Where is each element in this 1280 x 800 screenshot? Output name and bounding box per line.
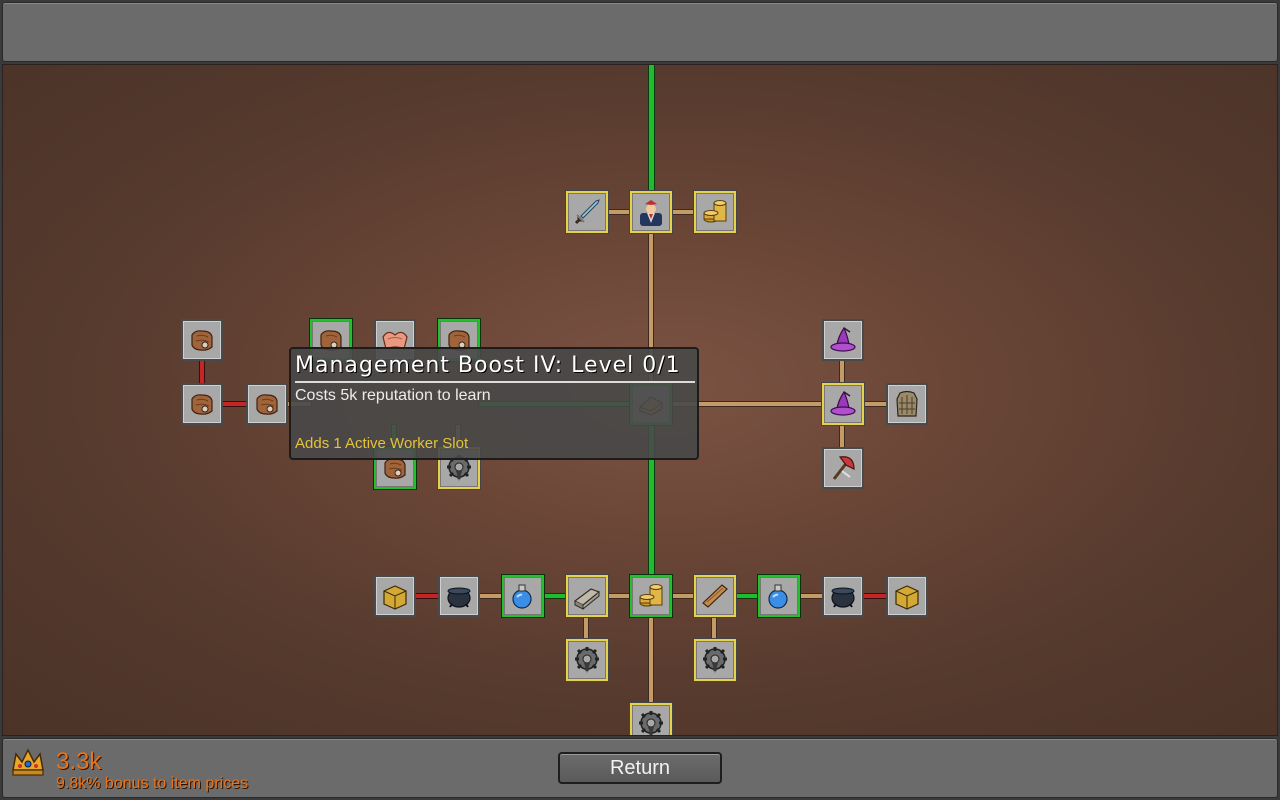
metal-bar-node[interactable] — [566, 575, 608, 617]
gear-icon — [575, 647, 599, 673]
reputation-crown-icon — [12, 748, 44, 776]
path-line — [649, 65, 654, 191]
path-line — [840, 361, 844, 383]
axe-node[interactable] — [822, 447, 864, 489]
tooltip-effect: Adds 1 Active Worker Slot — [295, 435, 469, 452]
path-line — [712, 617, 716, 639]
path-line — [671, 210, 695, 214]
chest-icon — [895, 585, 919, 610]
leather-icon — [256, 394, 278, 415]
potion-icon — [512, 584, 532, 609]
leather-node-2[interactable] — [181, 383, 223, 425]
path-line — [584, 617, 588, 639]
hero-icon — [640, 200, 662, 226]
potion-node-left[interactable] — [502, 575, 544, 617]
coins-icon — [639, 584, 663, 607]
hero-node[interactable] — [630, 191, 672, 233]
gold-coins-node-top[interactable] — [694, 191, 736, 233]
gear-node-lower-left[interactable] — [566, 639, 608, 681]
path-line — [799, 594, 823, 598]
wizard-hat-icon — [830, 390, 856, 416]
armor-icon — [896, 390, 918, 417]
path-line — [863, 594, 887, 598]
gear-icon — [703, 647, 727, 673]
leather-icon — [191, 330, 213, 351]
cauldron-icon — [447, 587, 471, 608]
leather-icon — [191, 394, 213, 415]
armor-node[interactable] — [886, 383, 928, 425]
wizard-hat-node-1[interactable] — [822, 319, 864, 361]
wizard-hat-icon — [830, 326, 856, 352]
sword-node[interactable] — [566, 191, 608, 233]
cauldron-node-right[interactable] — [822, 575, 864, 617]
sword-icon — [574, 199, 600, 225]
path-line — [649, 617, 653, 703]
skill-tooltip: Management Boost IV: Level 0/1 Costs 5k … — [289, 347, 699, 460]
reputation-value: 3.3k — [56, 748, 102, 775]
leather-node-1[interactable] — [181, 319, 223, 361]
potion-icon — [768, 584, 788, 609]
path-line — [479, 594, 503, 598]
path-line — [735, 594, 759, 598]
path-line — [543, 594, 567, 598]
tooltip-title: Management Boost IV: Level 0/1 — [295, 351, 695, 383]
chest-node-right[interactable] — [886, 575, 928, 617]
path-line — [607, 210, 631, 214]
cauldron-icon — [831, 587, 855, 608]
top-bar — [2, 2, 1278, 62]
leather-node-3[interactable] — [246, 383, 288, 425]
chest-node-left[interactable] — [374, 575, 416, 617]
return-button[interactable]: Return — [558, 752, 722, 784]
plank-icon — [702, 584, 728, 608]
axe-icon — [832, 456, 855, 480]
gold-coins-node-bottom[interactable] — [630, 575, 672, 617]
tooltip-cost: Costs 5k reputation to learn — [295, 387, 491, 404]
path-line — [200, 360, 204, 384]
coins-icon — [703, 200, 727, 223]
path-line — [863, 402, 887, 406]
gear-icon — [639, 711, 663, 735]
potion-node-right[interactable] — [758, 575, 800, 617]
path-line — [840, 425, 844, 449]
cauldron-node-left[interactable] — [438, 575, 480, 617]
plank-node[interactable] — [694, 575, 736, 617]
reputation-bonus: 9.8k% bonus to item prices — [56, 775, 249, 792]
metal-bar-icon — [573, 588, 601, 610]
chest-icon — [383, 585, 407, 610]
gear-node-lower-right[interactable] — [694, 639, 736, 681]
path-line — [415, 594, 439, 598]
path-line — [607, 594, 631, 598]
gear-node-bottom[interactable] — [630, 703, 672, 735]
path-line — [222, 402, 246, 406]
wizard-hat-node-2[interactable] — [822, 383, 864, 425]
path-line — [671, 594, 695, 598]
